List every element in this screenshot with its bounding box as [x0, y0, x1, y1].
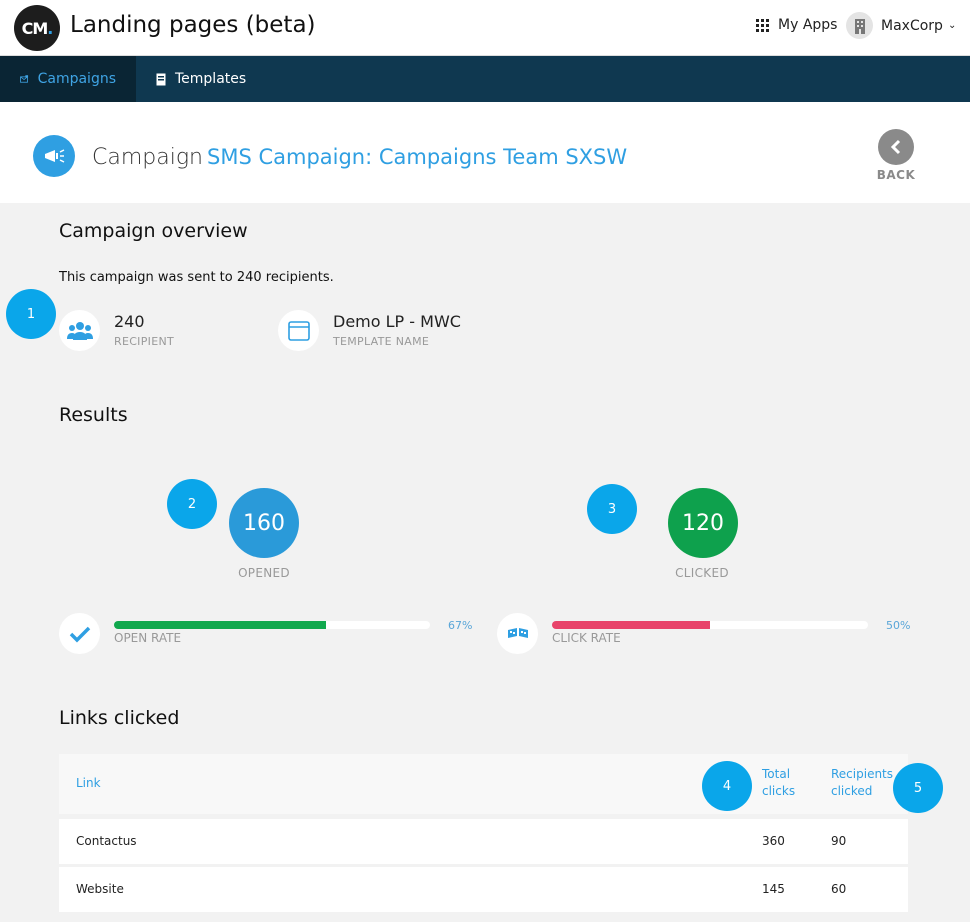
column-link[interactable]: Link [76, 775, 101, 792]
apps-grid-icon [756, 18, 769, 32]
my-apps-button[interactable]: My Apps [756, 17, 837, 33]
checkmark-icon [59, 613, 100, 654]
table-row: Contactus 360 90 [59, 819, 908, 864]
callout-marker-3: 3 [587, 484, 637, 534]
opened-count: 160 [229, 488, 299, 558]
column-total-clicks[interactable]: Total clicks [762, 766, 795, 800]
overview-summary: This campaign was sent to 240 recipients… [59, 270, 334, 285]
overview-title: Campaign overview [59, 220, 248, 242]
callout-marker-4: 4 [702, 761, 752, 811]
click-rate-fill [552, 621, 710, 629]
links-title: Links clicked [59, 707, 180, 729]
top-bar: CM. Landing pages (beta) My Apps MaxCorp… [0, 0, 970, 56]
recipient-caption: RECIPIENT [114, 335, 174, 348]
chevron-down-icon: ⌄ [947, 20, 957, 31]
open-rate-percent: 67% [448, 619, 473, 632]
callout-marker-5: 5 [893, 763, 943, 813]
flags-icon [497, 613, 538, 654]
campaigns-icon [20, 75, 29, 83]
clicked-count: 120 [668, 488, 738, 558]
campaign-name: SMS Campaign: Campaigns Team SXSW [207, 145, 628, 169]
results-title: Results [59, 404, 128, 426]
chevron-left-icon [878, 129, 914, 165]
building-icon [846, 12, 873, 39]
open-rate-bar [114, 621, 430, 629]
campaign-label: Campaign [92, 145, 203, 170]
back-label: BACK [876, 168, 916, 182]
account-name: MaxCorp [881, 17, 943, 34]
template-caption: TEMPLATE NAME [333, 335, 430, 348]
click-rate-label: CLICK RATE [552, 631, 621, 645]
column-recipients-clicked[interactable]: Recipients clicked [831, 766, 893, 800]
click-rate-bar [552, 621, 868, 629]
cm-logo[interactable]: CM. [14, 5, 60, 51]
megaphone-icon [33, 135, 75, 177]
clicked-caption: CLICKED [675, 566, 729, 580]
total-clicks-cell: 145 [762, 882, 785, 896]
total-clicks-cell: 360 [762, 834, 785, 848]
app-title: Landing pages (beta) [70, 12, 316, 38]
recipients-clicked-cell: 60 [831, 882, 847, 896]
campaign-header: Campaign SMS Campaign: Campaigns Team SX… [0, 102, 970, 203]
back-button[interactable]: BACK [868, 129, 924, 182]
links-table-header: Link Total clicks Recipients clicked [59, 754, 908, 814]
browser-window-icon [278, 310, 319, 351]
users-icon [59, 310, 100, 351]
my-apps-label: My Apps [778, 17, 838, 33]
nav-tab-templates[interactable]: Templates [136, 56, 266, 102]
nav-tab-campaigns[interactable]: Campaigns [0, 56, 136, 102]
recipient-count: 240 [114, 312, 145, 331]
link-cell: Website [76, 882, 124, 896]
recipients-clicked-cell: 90 [831, 834, 847, 848]
template-name: Demo LP - MWC [333, 312, 461, 331]
open-rate-label: OPEN RATE [114, 631, 182, 645]
main-nav: Campaigns Templates [0, 56, 970, 102]
account-menu[interactable]: MaxCorp ⌄ [846, 12, 956, 39]
link-cell: Contactus [76, 834, 137, 848]
templates-icon [156, 73, 166, 85]
opened-caption: OPENED [238, 566, 290, 580]
callout-marker-1: 1 [6, 289, 56, 339]
callout-marker-2: 2 [167, 479, 217, 529]
open-rate-fill [114, 621, 326, 629]
table-row: Website 145 60 [59, 867, 908, 912]
click-rate-percent: 50% [886, 619, 911, 632]
